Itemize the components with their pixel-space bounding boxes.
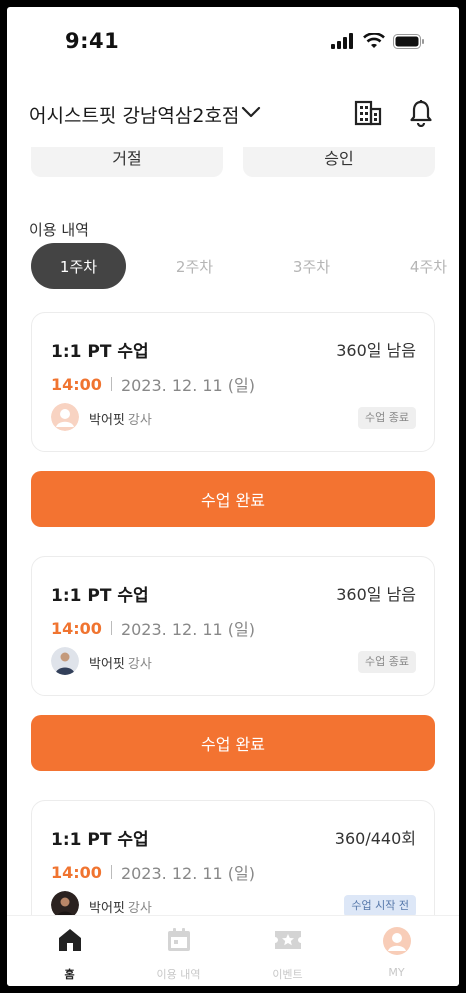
divider (110, 865, 112, 879)
session-remaining: 360일 남음 (336, 341, 416, 360)
tab-week-3[interactable]: 3주차 (264, 243, 359, 289)
approve-button[interactable]: 승인 (243, 147, 435, 177)
divider (110, 377, 112, 391)
session-time: 14:00 (51, 618, 102, 638)
ticket-icon (274, 931, 301, 949)
profile-icon (382, 927, 411, 955)
instructor-name: 박어핏 (89, 657, 125, 672)
instructor-role: 강사 (127, 657, 152, 672)
chevron-down-icon[interactable] (241, 105, 261, 119)
session-card[interactable]: 1:1 PT 수업 360/440회 14:00 2023. 12. 11 (일… (31, 800, 435, 917)
tab-events[interactable]: 이벤트 (231, 916, 344, 986)
status-bar: 9:41 (7, 7, 459, 79)
building-icon[interactable] (354, 99, 382, 127)
instructor-role: 강사 (127, 413, 152, 428)
bell-icon[interactable] (409, 99, 433, 127)
session-title: 1:1 PT 수업 (51, 830, 149, 850)
avatar (51, 891, 79, 917)
week-tabs: 1주차 2주차 3주차 4주차 (7, 243, 459, 291)
tab-my-label: MY (388, 966, 405, 979)
status-time: 9:41 (65, 29, 120, 53)
home-icon (58, 929, 81, 951)
wifi-icon (363, 33, 385, 48)
branch-name[interactable]: 어시스트핏 강남역삼2호점 (29, 101, 239, 128)
tab-usage-label: 이용 내역 (156, 968, 201, 981)
session-remaining: 360일 남음 (336, 585, 416, 604)
instructor-name: 박어핏 (89, 413, 125, 428)
session-remaining: 360/440회 (334, 829, 416, 848)
tab-my[interactable]: MY (340, 916, 453, 986)
battery-icon (393, 33, 424, 49)
status-badge: 수업 종료 (358, 407, 416, 429)
session-title: 1:1 PT 수업 (51, 586, 149, 606)
session-time: 14:00 (51, 862, 102, 882)
session-date: 2023. 12. 11 (일) (120, 864, 256, 883)
app-header: 어시스트핏 강남역삼2호점 (7, 79, 459, 147)
tab-week-1[interactable]: 1주차 (31, 243, 126, 289)
signal-icon (331, 33, 353, 49)
tab-week-4[interactable]: 4주차 (381, 243, 459, 289)
instructor-role: 강사 (127, 901, 152, 916)
divider (110, 621, 112, 635)
tab-week-2[interactable]: 2주차 (147, 243, 242, 289)
session-time: 14:00 (51, 374, 102, 394)
app-screen: 9:41 어시스트핏 강남역삼2호점 거절 승인 이용 내역 1주차 2주차 3… (7, 7, 459, 986)
session-title: 1:1 PT 수업 (51, 342, 149, 362)
status-badge: 수업 시작 전 (344, 895, 416, 917)
avatar (51, 403, 79, 431)
tab-events-label: 이벤트 (272, 968, 303, 981)
complete-class-button[interactable]: 수업 완료 (31, 471, 435, 527)
instructor-name: 박어핏 (89, 901, 125, 916)
tab-home[interactable]: 홈 (13, 916, 126, 986)
status-badge: 수업 종료 (358, 651, 416, 673)
session-date: 2023. 12. 11 (일) (120, 620, 256, 639)
calendar-icon (167, 928, 190, 951)
tab-home-label: 홈 (64, 968, 75, 981)
usage-history-title: 이용 내역 (29, 221, 89, 239)
session-date: 2023. 12. 11 (일) (120, 376, 256, 395)
complete-class-button[interactable]: 수업 완료 (31, 715, 435, 771)
scroll-content[interactable]: 거절 승인 이용 내역 1주차 2주차 3주차 4주차 1:1 PT 수업 36… (7, 147, 459, 917)
session-card[interactable]: 1:1 PT 수업 360일 남음 14:00 2023. 12. 11 (일)… (31, 556, 435, 696)
avatar (51, 647, 79, 675)
reject-button[interactable]: 거절 (31, 147, 223, 177)
tab-usage-history[interactable]: 이용 내역 (122, 916, 235, 986)
bottom-tab-bar: 홈 이용 내역 이벤트 MY (7, 915, 459, 986)
session-card[interactable]: 1:1 PT 수업 360일 남음 14:00 2023. 12. 11 (일)… (31, 312, 435, 452)
